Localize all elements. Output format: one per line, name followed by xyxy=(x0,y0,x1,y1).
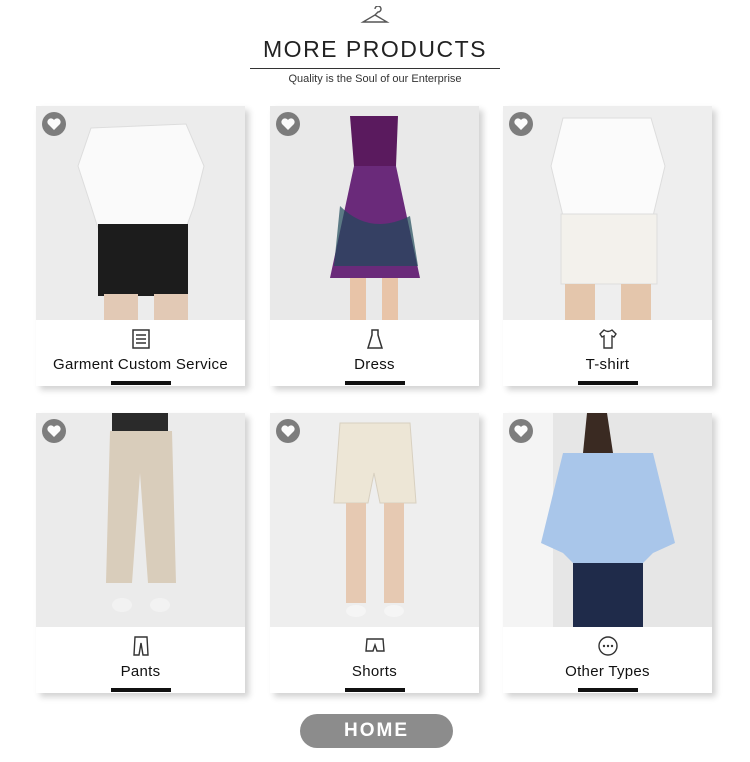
category-card-shorts[interactable]: Shorts xyxy=(270,413,479,693)
product-photo[interactable] xyxy=(36,106,245,320)
tshirt-icon xyxy=(599,329,617,349)
category-card-garment-custom-service[interactable]: Garment Custom Service xyxy=(36,106,245,386)
shorts-icon xyxy=(365,638,385,652)
heart-icon[interactable] xyxy=(276,112,300,136)
section-header: MORE PRODUCTS Quality is the Soul of our… xyxy=(0,0,750,100)
home-button[interactable]: HOME xyxy=(300,714,453,748)
category-label[interactable]: Dress xyxy=(270,356,479,373)
category-label[interactable]: Garment Custom Service xyxy=(36,356,245,373)
clipboard-list-icon xyxy=(132,329,150,349)
page-subtitle: Quality is the Soul of our Enterprise xyxy=(288,73,462,85)
category-card-t-shirt[interactable]: T-shirt xyxy=(503,106,712,386)
pants-icon xyxy=(133,636,149,656)
product-photo[interactable] xyxy=(270,106,479,320)
page-title: MORE PRODUCTS xyxy=(263,36,487,62)
more-dots-icon xyxy=(598,636,618,656)
heart-icon[interactable] xyxy=(42,112,66,136)
category-card-other-types[interactable]: Other Types xyxy=(503,413,712,693)
category-label[interactable]: Other Types xyxy=(503,663,712,680)
product-photo[interactable] xyxy=(270,413,479,627)
heart-icon[interactable] xyxy=(509,419,533,443)
heart-icon[interactable] xyxy=(276,419,300,443)
product-photo[interactable] xyxy=(503,106,712,320)
hanger-icon xyxy=(360,6,390,23)
product-photo[interactable] xyxy=(36,413,245,627)
heart-icon[interactable] xyxy=(42,419,66,443)
category-underline xyxy=(111,381,171,385)
category-label[interactable]: T-shirt xyxy=(503,356,712,373)
title-divider xyxy=(250,68,500,69)
product-photo[interactable] xyxy=(503,413,712,627)
category-underline xyxy=(345,381,405,385)
category-card-dress[interactable]: Dress xyxy=(270,106,479,386)
category-underline xyxy=(578,381,638,385)
category-underline xyxy=(111,688,171,692)
category-underline xyxy=(345,688,405,692)
dress-icon xyxy=(366,329,384,349)
category-underline xyxy=(578,688,638,692)
heart-icon[interactable] xyxy=(509,112,533,136)
category-card-pants[interactable]: Pants xyxy=(36,413,245,693)
category-label[interactable]: Shorts xyxy=(270,663,479,680)
category-label[interactable]: Pants xyxy=(36,663,245,680)
